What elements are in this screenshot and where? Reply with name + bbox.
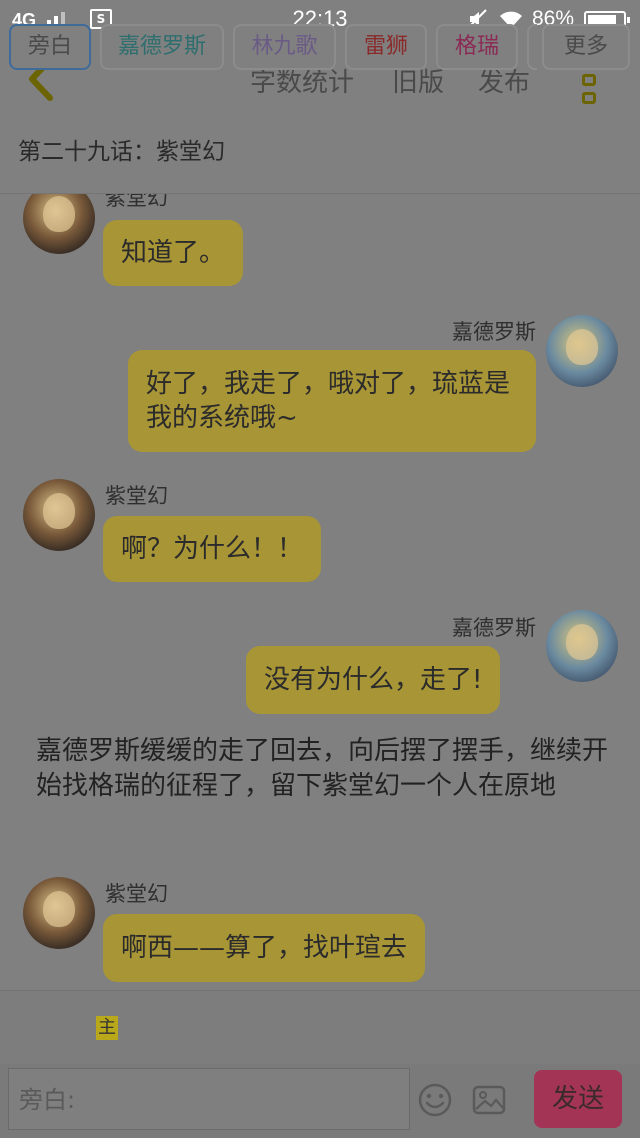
speaker-name: 紫堂幻 <box>105 194 168 210</box>
speaker-name: 嘉德罗斯 <box>452 616 536 640</box>
avatar[interactable] <box>23 479 95 551</box>
image-icon[interactable] <box>472 1083 506 1117</box>
role-leishi[interactable]: 雷狮 <box>345 24 427 70</box>
role-narrator[interactable]: 旁白 <box>9 24 91 70</box>
composer-bar: 旁白: 发送 <box>0 1064 640 1138</box>
role-overflow <box>527 24 537 70</box>
send-button[interactable]: 发送 <box>534 1070 622 1128</box>
message-input[interactable]: 旁白: <box>8 1068 410 1130</box>
message-bubble[interactable]: 好了，我走了，哦对了，琉蓝是我的系统哦~ <box>128 350 536 452</box>
avatar[interactable] <box>546 610 618 682</box>
avatar[interactable] <box>546 315 618 387</box>
chat-list[interactable]: 紫堂幻 知道了。 嘉德罗斯 好了，我走了，哦对了，琉蓝是我的系统哦~ 紫堂幻 啊… <box>0 194 640 990</box>
role-gerui[interactable]: 格瑞 <box>436 24 518 70</box>
more-roles-button[interactable]: 更多 <box>542 24 630 70</box>
message-bubble[interactable]: 啊西——算了，找叶瑄去 <box>103 914 426 982</box>
emoji-icon[interactable] <box>418 1083 452 1117</box>
speaker-name: 紫堂幻 <box>105 484 168 508</box>
message-bubble[interactable]: 啊？为什么！！ <box>103 516 322 582</box>
speaker-name: 紫堂幻 <box>105 882 168 906</box>
message-bubble[interactable]: 知道了。 <box>103 220 244 286</box>
avatar[interactable] <box>23 194 95 254</box>
avatar[interactable] <box>23 877 95 949</box>
host-badge: 主 <box>96 1016 118 1040</box>
speaker-name: 嘉德罗斯 <box>452 320 536 344</box>
role-linjiuge[interactable]: 林九歌 <box>233 24 336 70</box>
message-bubble[interactable]: 没有为什么，走了! <box>246 646 501 714</box>
chapter-title: 第二十九话：紫堂幻 <box>18 139 225 165</box>
narration-text[interactable]: 嘉德罗斯缓缓的走了回去，向后摆了摆手，继续开始找格瑞的征程了，留下紫堂幻一个人在… <box>36 734 616 804</box>
role-jiadeluosi[interactable]: 嘉德罗斯 <box>100 24 224 70</box>
